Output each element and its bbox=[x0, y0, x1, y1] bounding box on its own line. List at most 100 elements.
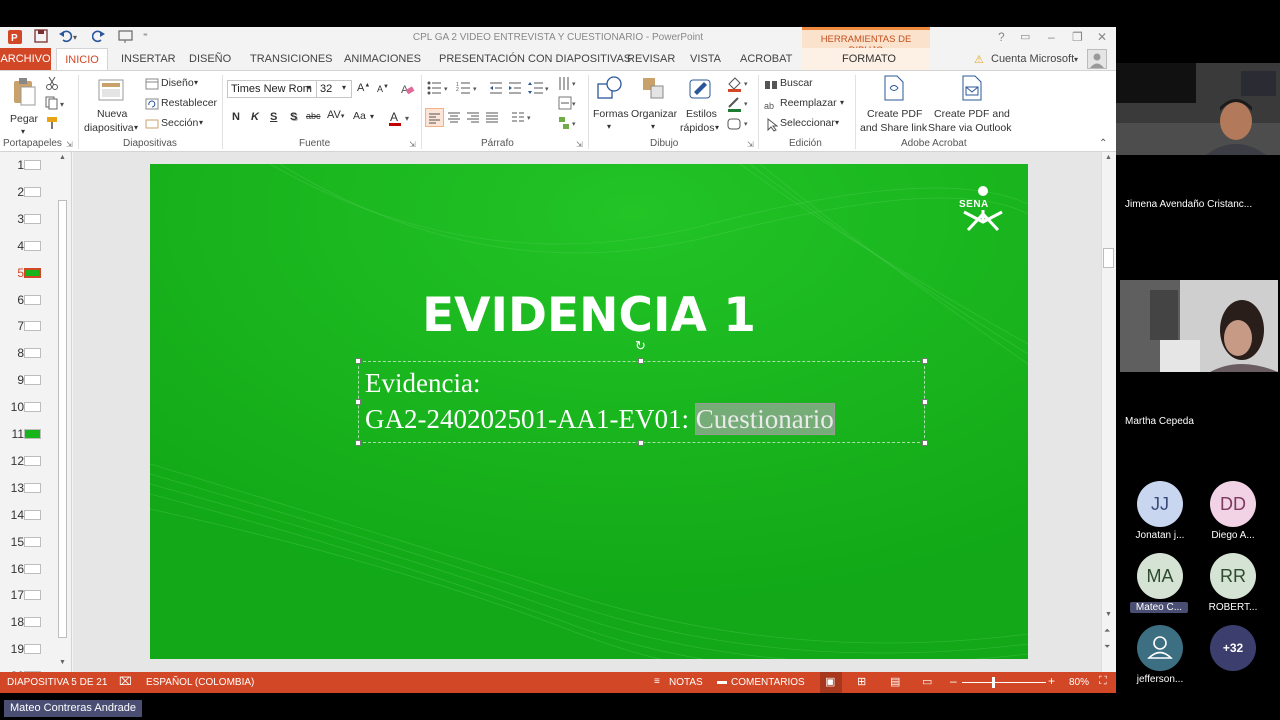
thumbnail-scroll-thumb[interactable] bbox=[58, 200, 67, 638]
participant-avatar[interactable]: MA bbox=[1137, 553, 1183, 599]
select-button[interactable]: Seleccionar bbox=[780, 117, 835, 129]
tab-transiciones[interactable]: TRANSICIONES bbox=[250, 53, 333, 65]
scroll-down-icon[interactable]: ▼ bbox=[1105, 611, 1112, 618]
shadow-button[interactable]: S bbox=[290, 111, 297, 123]
slide-thumbnail[interactable] bbox=[24, 644, 41, 655]
slide-sorter-icon[interactable]: ⊞ bbox=[857, 675, 866, 688]
section-icon[interactable] bbox=[145, 117, 159, 135]
quick-styles-dropdown-icon[interactable]: ▾ bbox=[715, 123, 719, 132]
slide-thumbnail[interactable] bbox=[24, 160, 41, 170]
evidence-label[interactable]: Evidencia: bbox=[365, 368, 480, 399]
tab-inicio[interactable]: INICIO bbox=[56, 48, 108, 71]
reset-icon[interactable] bbox=[145, 97, 159, 115]
account-avatar-icon[interactable] bbox=[1087, 49, 1107, 69]
resize-handle[interactable] bbox=[638, 440, 644, 446]
previous-slide-icon[interactable]: ⏶ bbox=[1104, 626, 1110, 636]
ribbon-display-icon[interactable]: ▭ bbox=[1020, 30, 1030, 43]
help-button[interactable]: ? bbox=[998, 30, 1005, 44]
replace-icon[interactable]: ab bbox=[764, 98, 778, 116]
scroll-down-icon[interactable]: ▼ bbox=[59, 659, 66, 666]
align-center-icon[interactable] bbox=[447, 110, 461, 129]
account-link[interactable]: Cuenta Microsoft bbox=[991, 53, 1074, 65]
slide-thumbnail[interactable] bbox=[24, 321, 41, 332]
thumbnail-scrollbar[interactable]: ▲ ▼ bbox=[56, 152, 70, 672]
slide-scroll-thumb[interactable] bbox=[1103, 248, 1114, 268]
tab-vista[interactable]: VISTA bbox=[690, 53, 721, 65]
tab-insertar[interactable]: INSERTAR bbox=[121, 53, 176, 65]
slide-thumbnail[interactable] bbox=[24, 563, 41, 574]
zoom-slider-thumb[interactable] bbox=[992, 677, 995, 688]
fit-slide-icon[interactable]: ⛶ bbox=[1099, 675, 1107, 688]
italic-button[interactable]: K bbox=[251, 111, 259, 123]
reading-view-icon[interactable]: ▤ bbox=[890, 675, 900, 688]
underline-button[interactable]: S bbox=[270, 111, 277, 123]
language-indicator[interactable]: ESPAÑOL (COLOMBIA) bbox=[146, 677, 254, 688]
shrink-font-icon[interactable]: A▼ bbox=[377, 84, 389, 94]
quick-styles-icon[interactable] bbox=[688, 76, 716, 107]
shapes-icon[interactable] bbox=[596, 76, 624, 107]
clear-formatting-icon[interactable]: A bbox=[400, 81, 416, 102]
participant-avatar[interactable] bbox=[1137, 625, 1183, 671]
layout-button[interactable]: Diseño bbox=[161, 77, 194, 89]
numbering-icon[interactable]: 1 2 ▾ bbox=[456, 81, 480, 100]
bullets-icon[interactable]: ▾ bbox=[427, 81, 451, 100]
participant-avatar[interactable]: JJ bbox=[1137, 481, 1183, 527]
grow-font-icon[interactable]: A▲ bbox=[357, 82, 370, 94]
smartart-icon[interactable]: ▾ bbox=[558, 116, 578, 135]
participant-video-1[interactable] bbox=[1116, 63, 1280, 155]
arrange-button[interactable]: Organizar bbox=[631, 108, 677, 120]
find-icon[interactable] bbox=[764, 78, 778, 96]
resize-handle[interactable] bbox=[922, 399, 928, 405]
current-slide[interactable]: SENA EVIDENCIA 1 Evidencia: GA2-24020250… bbox=[150, 164, 1028, 659]
new-slide-dropdown-icon[interactable]: ▾ bbox=[134, 123, 138, 132]
participant-avatar[interactable]: DD bbox=[1210, 481, 1256, 527]
create-pdf-outlook-label-2[interactable]: Share via Outlook bbox=[928, 122, 1011, 134]
account-dropdown-icon[interactable]: ▾ bbox=[1074, 55, 1078, 64]
slide-thumbnail[interactable] bbox=[24, 536, 41, 547]
zoom-in-button[interactable]: + bbox=[1048, 674, 1055, 688]
scroll-up-icon[interactable]: ▲ bbox=[1105, 154, 1112, 161]
font-name-dropdown-icon[interactable]: ▾ bbox=[307, 83, 311, 92]
zoom-slider-track[interactable] bbox=[962, 682, 1046, 683]
align-left-icon[interactable] bbox=[425, 108, 444, 127]
arrange-icon[interactable] bbox=[641, 76, 669, 107]
tab-archivo[interactable]: ARCHIVO bbox=[0, 48, 51, 70]
quick-styles-label-2[interactable]: rápidos bbox=[680, 122, 714, 134]
slide-thumbnail[interactable] bbox=[24, 348, 41, 359]
text-box-selection[interactable]: Evidencia: GA2-240202501-AA1-EV01: Cuest… bbox=[358, 361, 925, 443]
shape-effects-icon[interactable]: ▾ bbox=[727, 116, 751, 137]
slide-thumbnail[interactable] bbox=[24, 267, 41, 278]
select-dropdown-icon[interactable]: ▾ bbox=[835, 118, 839, 127]
slide-thumbnail[interactable] bbox=[24, 455, 41, 466]
align-text-icon[interactable]: ▾ bbox=[558, 96, 578, 115]
new-slide-label-1[interactable]: Nueva bbox=[97, 108, 127, 120]
tab-diseno[interactable]: DISEÑO bbox=[189, 53, 231, 65]
resize-handle[interactable] bbox=[922, 440, 928, 446]
font-name-combo[interactable]: Times New Rom bbox=[227, 80, 317, 98]
slide-thumbnail[interactable] bbox=[24, 590, 41, 601]
tab-revisar[interactable]: REVISAR bbox=[627, 53, 675, 65]
more-participants-button[interactable]: +32 bbox=[1210, 625, 1256, 671]
dibujo-launcher-icon[interactable]: ⇲ bbox=[747, 140, 754, 149]
slide-vertical-scrollbar[interactable]: ▲ ▼ ⏶ ⏷ bbox=[1101, 152, 1116, 672]
justify-icon[interactable] bbox=[485, 110, 499, 129]
tab-presentacion[interactable]: PRESENTACIÓN CON DIAPOSITIVAS bbox=[439, 53, 631, 65]
collapse-ribbon-icon[interactable]: ⌃ bbox=[1099, 138, 1107, 149]
find-button[interactable]: Buscar bbox=[780, 77, 813, 89]
change-case-button[interactable]: Aa bbox=[353, 110, 366, 122]
slide-thumbnail[interactable] bbox=[24, 617, 41, 628]
arrange-dropdown-icon[interactable]: ▾ bbox=[651, 122, 655, 131]
columns-icon[interactable]: ▾ bbox=[511, 110, 535, 129]
decrease-indent-icon[interactable] bbox=[489, 81, 503, 100]
slide-thumbnail[interactable] bbox=[24, 186, 41, 197]
resize-handle[interactable] bbox=[922, 358, 928, 364]
evidence-code-line[interactable]: GA2-240202501-AA1-EV01: Cuestionario bbox=[365, 403, 835, 435]
create-pdf-outlook-icon[interactable] bbox=[960, 75, 984, 106]
cut-icon[interactable] bbox=[45, 76, 59, 95]
slide-title[interactable]: EVIDENCIA 1 bbox=[150, 288, 1028, 343]
portapapeles-launcher-icon[interactable]: ⇲ bbox=[66, 140, 73, 149]
slide-thumbnail[interactable] bbox=[24, 429, 41, 439]
create-pdf-share-link-label-2[interactable]: and Share link bbox=[860, 122, 927, 134]
slide-thumbnail[interactable] bbox=[24, 213, 41, 224]
strikethrough-button[interactable]: abc bbox=[306, 111, 321, 121]
